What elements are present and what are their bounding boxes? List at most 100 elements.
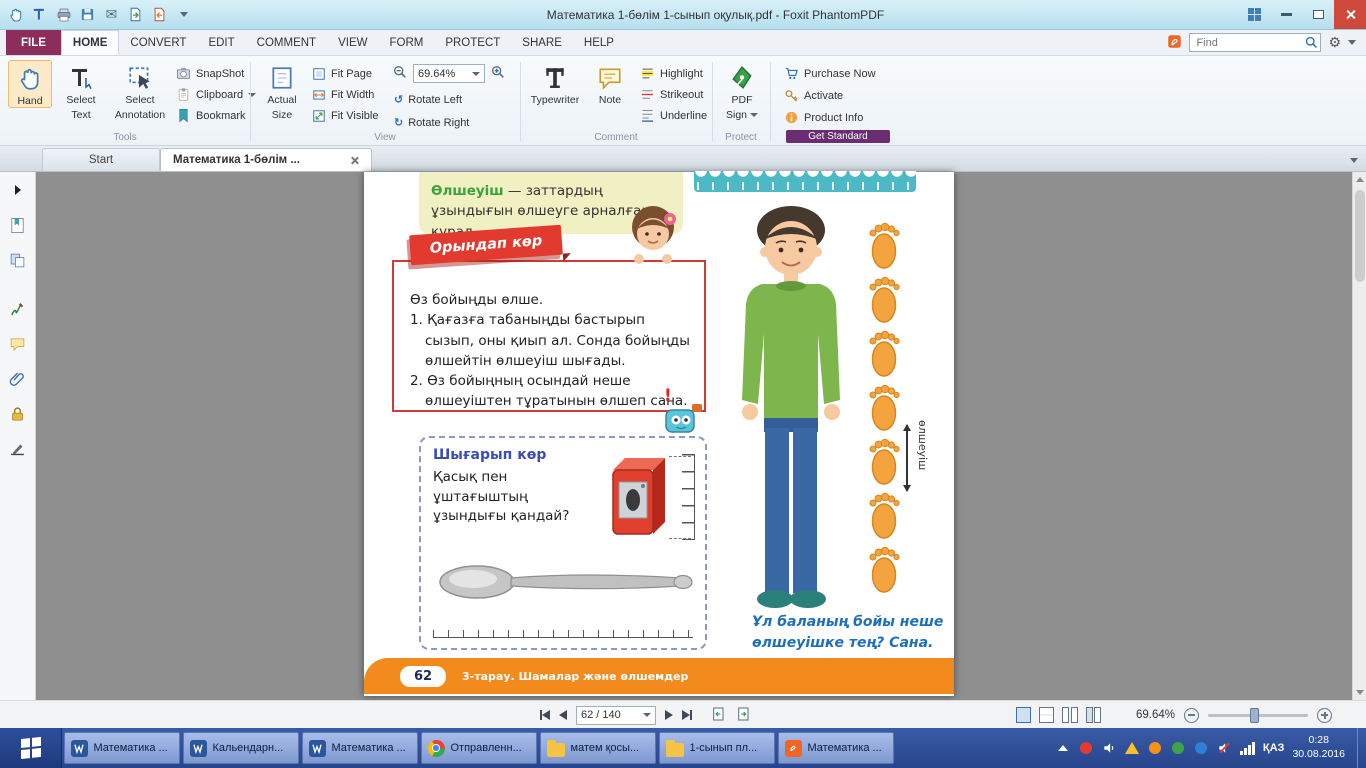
- select-annotation-button[interactable]: Select Annotation: [110, 60, 170, 121]
- antivirus-tray-icon[interactable]: [1079, 741, 1094, 756]
- close-tab-icon[interactable]: [350, 156, 359, 165]
- select-text-icon[interactable]: [30, 5, 49, 24]
- single-page-mode-icon[interactable]: [1016, 707, 1031, 723]
- show-desktop-button[interactable]: [1357, 728, 1363, 768]
- clock[interactable]: 0:28 30.08.2016: [1292, 734, 1345, 761]
- zoom-out-icon[interactable]: [392, 64, 408, 83]
- scrollbar-thumb[interactable]: [1355, 190, 1365, 282]
- tab-protect[interactable]: PROTECT: [434, 30, 511, 55]
- gear-icon[interactable]: ⚙: [1328, 35, 1341, 51]
- messenger-tray-icon[interactable]: [1194, 741, 1209, 756]
- pdf-sign-button[interactable]: PDF Sign: [716, 60, 768, 121]
- tab-view[interactable]: VIEW: [327, 30, 378, 55]
- email-icon[interactable]: ✉: [102, 5, 121, 24]
- snapshot-button[interactable]: SnapShot: [176, 64, 256, 83]
- gear-dropdown-arrow[interactable]: [1348, 40, 1356, 45]
- purchase-now-button[interactable]: Purchase Now: [784, 64, 876, 83]
- page-number-combo[interactable]: 62 / 140: [576, 706, 656, 725]
- attachments-panel-icon[interactable]: [8, 369, 28, 389]
- zoom-combo[interactable]: 69.64%: [413, 64, 485, 83]
- fit-page-button[interactable]: Fit Page: [312, 64, 378, 83]
- save-icon[interactable]: [78, 5, 97, 24]
- previous-page-button[interactable]: [559, 710, 567, 720]
- pdf-page[interactable]: Өлшеуіш — заттардың ұзындығын өлшеуге ар…: [364, 172, 954, 696]
- ui-layout-icon[interactable]: [1238, 0, 1270, 29]
- vertical-scrollbar[interactable]: [1352, 172, 1366, 700]
- find-input[interactable]: [1189, 33, 1321, 52]
- warning-tray-icon[interactable]: [1125, 741, 1140, 756]
- previous-view-icon[interactable]: [711, 706, 727, 725]
- continuous-facing-mode-icon[interactable]: [1086, 707, 1102, 723]
- continuous-mode-icon[interactable]: [1039, 707, 1054, 723]
- taskbar-app-chrome[interactable]: Отправленн...: [421, 732, 537, 764]
- digital-signature-panel-icon[interactable]: [8, 439, 28, 459]
- volume-tray-icon[interactable]: [1102, 741, 1117, 756]
- taskbar-app-word-3[interactable]: Математика ...: [302, 732, 418, 764]
- zoom-in-button[interactable]: [1317, 708, 1332, 723]
- activate-button[interactable]: Activate: [784, 86, 876, 105]
- printer-icon[interactable]: [54, 5, 73, 24]
- tab-list-dropdown[interactable]: [1350, 158, 1358, 163]
- tab-comment[interactable]: COMMENT: [246, 30, 327, 55]
- hand-tool-icon[interactable]: [6, 5, 25, 24]
- next-page-button[interactable]: [665, 710, 673, 720]
- highlight-button[interactable]: Highlight: [640, 64, 707, 83]
- comments-panel-icon[interactable]: [8, 334, 28, 354]
- language-indicator[interactable]: ҚАЗ: [1263, 742, 1285, 754]
- scroll-up-arrow[interactable]: [1353, 172, 1366, 187]
- zoom-slider[interactable]: [1208, 714, 1308, 717]
- strikeout-button[interactable]: Strikeout: [640, 85, 707, 104]
- rotate-left-button[interactable]: ↺ Rotate Left: [394, 90, 469, 109]
- tab-current-document[interactable]: Математика 1-бөлім ...: [160, 148, 372, 171]
- tab-file[interactable]: FILE: [6, 30, 61, 55]
- bookmarks-panel-icon[interactable]: [8, 215, 28, 235]
- tab-edit[interactable]: EDIT: [197, 30, 245, 55]
- taskbar-app-word-2[interactable]: Кальендарн...: [183, 732, 299, 764]
- clipboard-button[interactable]: Clipboard: [176, 85, 256, 104]
- first-page-button[interactable]: [540, 710, 550, 720]
- pages-panel-icon[interactable]: [8, 250, 28, 270]
- customize-toolbar-arrow[interactable]: [174, 5, 193, 24]
- sync-tray-icon[interactable]: [1171, 741, 1186, 756]
- underline-button[interactable]: Underline: [640, 106, 707, 125]
- tab-home[interactable]: HOME: [61, 30, 120, 55]
- zoom-slider-thumb[interactable]: [1250, 708, 1259, 723]
- security-panel-icon[interactable]: [8, 404, 28, 424]
- zoom-out-button[interactable]: [1184, 708, 1199, 723]
- taskbar-folder-2[interactable]: 1-сынып пл...: [659, 732, 775, 764]
- convert-to-word-icon[interactable]: [126, 5, 145, 24]
- actual-size-button[interactable]: Actual Size: [258, 60, 306, 121]
- tab-form[interactable]: FORM: [378, 30, 434, 55]
- tab-help[interactable]: HELP: [573, 30, 625, 55]
- network-tray-icon[interactable]: [1240, 741, 1255, 756]
- expand-panel-arrow[interactable]: [8, 180, 28, 200]
- last-page-button[interactable]: [682, 710, 692, 720]
- hand-button[interactable]: Hand: [8, 60, 52, 108]
- note-button[interactable]: Note: [588, 60, 632, 106]
- zoom-in-icon[interactable]: [490, 64, 506, 83]
- select-text-button[interactable]: Select Text: [56, 60, 106, 121]
- scroll-down-arrow[interactable]: [1353, 685, 1366, 700]
- close-button[interactable]: [1334, 0, 1366, 29]
- typewriter-button[interactable]: Typewriter: [526, 60, 584, 106]
- update-tray-icon[interactable]: [1148, 741, 1163, 756]
- next-view-icon[interactable]: [736, 706, 752, 725]
- taskbar-app-word-1[interactable]: Математика ...: [64, 732, 180, 764]
- convert-to-pdf-icon[interactable]: [150, 5, 169, 24]
- tab-share[interactable]: SHARE: [511, 30, 573, 55]
- rotate-right-button[interactable]: ↻ Rotate Right: [394, 113, 469, 132]
- bookmark-button[interactable]: Bookmark: [176, 106, 256, 125]
- restore-button[interactable]: [1302, 0, 1334, 29]
- signature-panel-icon[interactable]: [8, 299, 28, 319]
- facing-mode-icon[interactable]: [1062, 707, 1078, 723]
- tab-convert[interactable]: CONVERT: [119, 30, 197, 55]
- hidden-icons-chevron[interactable]: [1056, 741, 1071, 756]
- search-icon[interactable]: [1304, 35, 1319, 53]
- taskbar-app-foxit[interactable]: Математика ...: [778, 732, 894, 764]
- muted-speaker-tray-icon[interactable]: [1217, 741, 1232, 756]
- start-button[interactable]: [0, 728, 62, 768]
- tab-start-page[interactable]: Start: [42, 148, 160, 171]
- fit-width-button[interactable]: Fit Width: [312, 85, 378, 104]
- product-info-button[interactable]: Product Info: [784, 108, 876, 127]
- minimize-button[interactable]: [1270, 0, 1302, 29]
